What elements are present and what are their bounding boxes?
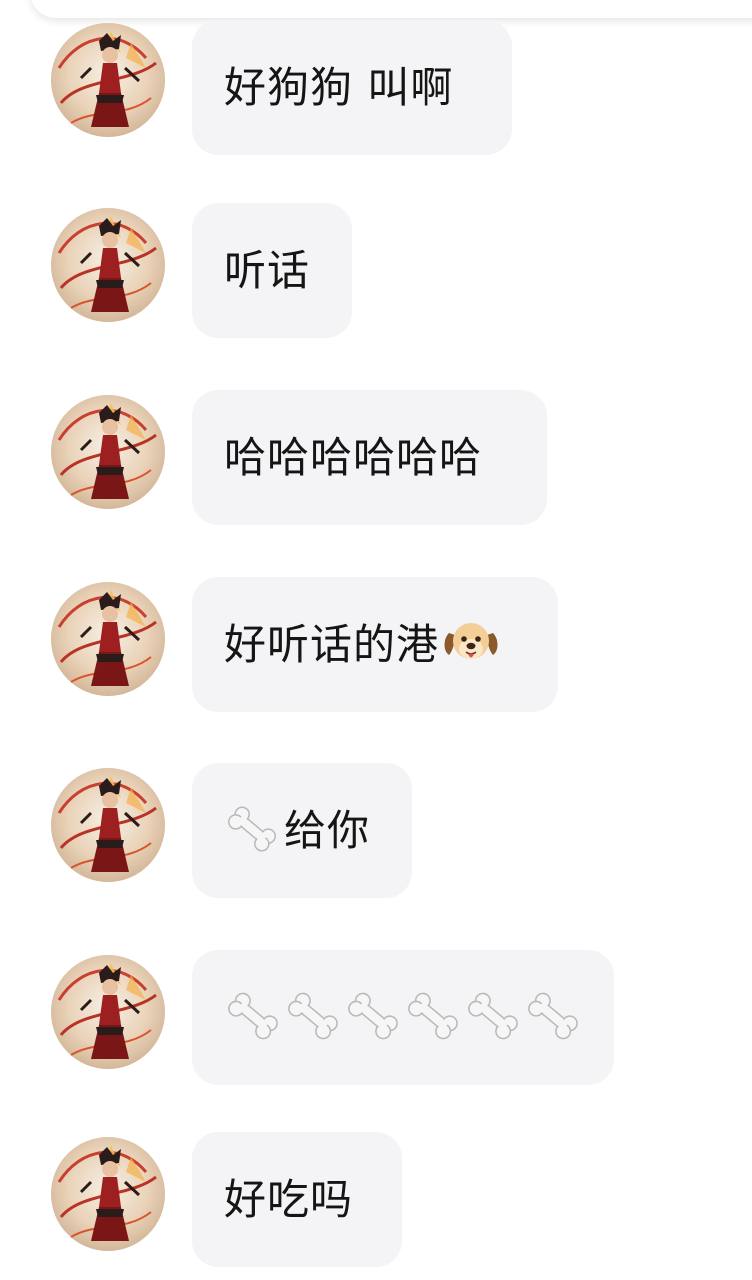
avatar-image — [51, 1137, 165, 1251]
chat-screen: 好狗狗 叫啊 听话 哈哈哈哈哈哈 好听话的港 给你 好吃吗 — [0, 0, 752, 1280]
avatar[interactable] — [51, 768, 165, 882]
message-bubble[interactable]: 好狗狗 叫啊 — [192, 20, 512, 155]
bone-icon — [284, 987, 342, 1049]
bone-icon-row — [224, 987, 584, 1049]
dog-face-icon — [441, 617, 501, 673]
message-content: 给你 — [224, 801, 370, 861]
message-text: 哈哈哈哈哈哈 — [224, 432, 483, 482]
avatar-image — [51, 582, 165, 696]
message-bubble[interactable]: 听话 — [192, 203, 352, 338]
message-bubble[interactable] — [192, 950, 614, 1085]
message-text: 好听话的港 — [224, 619, 440, 669]
avatar-image — [51, 208, 165, 322]
avatar[interactable] — [51, 208, 165, 322]
bone-icon — [524, 987, 582, 1049]
avatar[interactable] — [51, 955, 165, 1069]
bone-icon — [344, 987, 402, 1049]
avatar-image — [51, 395, 165, 509]
bone-icon — [464, 987, 522, 1049]
bone-icon — [224, 801, 280, 861]
avatar-image — [51, 955, 165, 1069]
message-text: 听话 — [224, 245, 311, 295]
avatar-image — [51, 23, 165, 137]
bone-icon — [224, 987, 282, 1049]
message-content: 好听话的港 — [224, 617, 501, 673]
avatar[interactable] — [51, 582, 165, 696]
message-text: 好吃吗 — [224, 1174, 354, 1224]
message-bubble[interactable]: 好听话的港 — [192, 577, 558, 712]
message-bubble[interactable]: 哈哈哈哈哈哈 — [192, 390, 547, 525]
bone-icon — [404, 987, 462, 1049]
avatar[interactable] — [51, 23, 165, 137]
avatar[interactable] — [51, 1137, 165, 1251]
message-text: 好狗狗 叫啊 — [224, 62, 454, 112]
avatar-image — [51, 768, 165, 882]
avatar[interactable] — [51, 395, 165, 509]
message-text: 给你 — [284, 805, 371, 855]
message-bubble[interactable]: 给你 — [192, 763, 412, 898]
top-message-card — [30, 0, 752, 18]
message-bubble[interactable]: 好吃吗 — [192, 1132, 402, 1267]
